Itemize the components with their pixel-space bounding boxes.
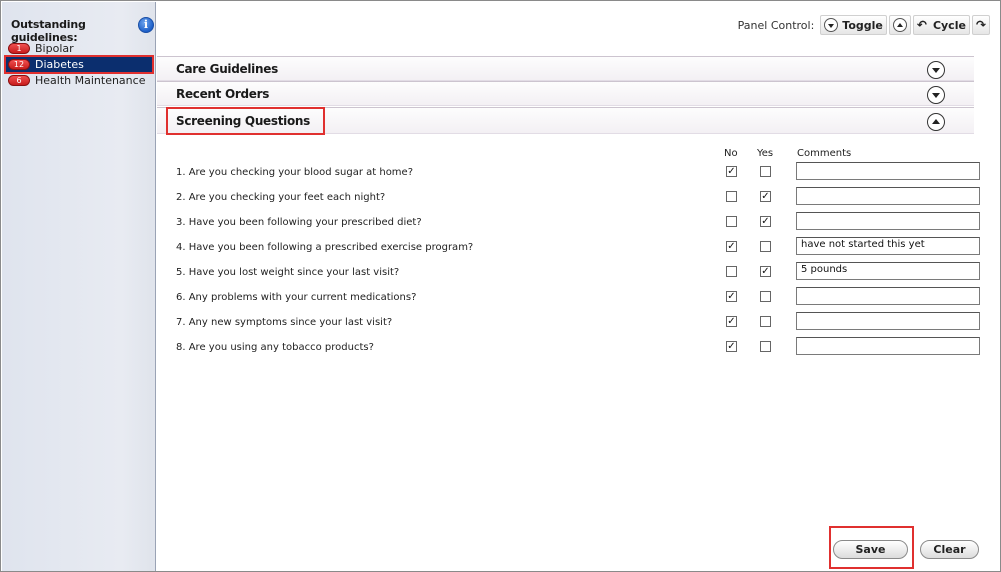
cycle-back-icon: ↶ xyxy=(916,18,927,32)
comment-input[interactable] xyxy=(796,187,980,205)
question-row: 7. Any new symptoms since your last visi… xyxy=(157,312,987,337)
guidelines-sidebar: Outstanding guidelines: i 1 Bipolar 12 D… xyxy=(2,2,156,571)
question-text: 6. Any problems with your current medica… xyxy=(176,292,417,303)
main-panel: Panel Control: Toggle ↶ Cycle ↷ Care Gui… xyxy=(157,2,1000,571)
toggle-button[interactable]: Toggle xyxy=(820,15,887,35)
comment-input[interactable] xyxy=(796,287,980,305)
yes-checkbox[interactable]: ✓ xyxy=(760,266,771,277)
question-text: 2. Are you checking your feet each night… xyxy=(176,192,386,203)
checkmark-icon: ✓ xyxy=(727,316,736,327)
question-text: 8. Are you using any tobacco products? xyxy=(176,342,374,353)
cycle-forward-button[interactable]: ↷ xyxy=(971,15,990,35)
comment-input[interactable] xyxy=(796,337,980,355)
collapse-down-icon xyxy=(824,18,839,32)
comment-input[interactable]: have not started this yet xyxy=(796,237,980,255)
expand-up-button[interactable] xyxy=(888,15,911,35)
clear-button[interactable]: Clear xyxy=(920,540,979,559)
count-badge: 6 xyxy=(8,75,30,86)
column-header-no: No xyxy=(724,148,738,159)
count-badge: 12 xyxy=(8,59,30,70)
question-row: 5. Have you lost weight since your last … xyxy=(157,262,987,287)
guideline-label: Bipolar xyxy=(35,42,74,55)
guideline-label: Health Maintenance xyxy=(35,74,146,87)
question-text: 7. Any new symptoms since your last visi… xyxy=(176,317,393,328)
guideline-item-health-maintenance[interactable]: 6 Health Maintenance xyxy=(6,73,152,88)
question-row: 3. Have you been following your prescrib… xyxy=(157,212,987,237)
save-button[interactable]: Save xyxy=(833,540,908,559)
checkmark-icon: ✓ xyxy=(761,216,770,227)
yes-checkbox[interactable]: ✓ xyxy=(760,216,771,227)
cycle-button[interactable]: ↶ Cycle xyxy=(912,15,970,35)
checkmark-icon: ✓ xyxy=(727,291,736,302)
question-row: 8. Are you using any tobacco products? ✓ xyxy=(157,337,987,362)
checkmark-icon: ✓ xyxy=(761,266,770,277)
panel-control: Panel Control: Toggle ↶ Cycle ↷ xyxy=(738,14,990,36)
question-row: 6. Any problems with your current medica… xyxy=(157,287,987,312)
no-checkbox[interactable] xyxy=(726,191,737,202)
toggle-label: Toggle xyxy=(842,18,883,32)
no-checkbox[interactable]: ✓ xyxy=(726,291,737,302)
question-text: 1. Are you checking your blood sugar at … xyxy=(176,167,414,178)
comment-input[interactable]: 5 pounds xyxy=(796,262,980,280)
yes-checkbox[interactable] xyxy=(760,241,771,252)
comment-input[interactable] xyxy=(796,162,980,180)
section-title: Recent Orders xyxy=(176,87,270,101)
cycle-label: Cycle xyxy=(932,18,966,32)
guideline-item-diabetes[interactable]: 12 Diabetes xyxy=(4,55,154,74)
section-care-guidelines[interactable]: Care Guidelines xyxy=(157,56,974,81)
yes-checkbox[interactable] xyxy=(760,166,771,177)
section-title: Care Guidelines xyxy=(176,62,278,76)
question-text: 3. Have you been following your prescrib… xyxy=(176,217,422,228)
question-text: 4. Have you been following a prescribed … xyxy=(176,242,474,253)
cycle-forward-icon: ↷ xyxy=(975,18,986,32)
question-row: 1. Are you checking your blood sugar at … xyxy=(157,162,987,187)
section-recent-orders[interactable]: Recent Orders xyxy=(157,81,974,106)
question-text: 5. Have you lost weight since your last … xyxy=(176,267,400,278)
guideline-label: Diabetes xyxy=(35,58,84,71)
highlight-outline xyxy=(166,107,325,135)
count-badge: 1 xyxy=(8,43,30,54)
yes-checkbox[interactable] xyxy=(760,341,771,352)
yes-checkbox[interactable] xyxy=(760,291,771,302)
no-checkbox[interactable]: ✓ xyxy=(726,166,737,177)
guideline-item-bipolar[interactable]: 1 Bipolar xyxy=(6,41,152,56)
checkmark-icon: ✓ xyxy=(727,341,736,352)
comment-input[interactable] xyxy=(796,212,980,230)
comment-input[interactable] xyxy=(796,312,980,330)
yes-checkbox[interactable] xyxy=(760,316,771,327)
expand-icon[interactable] xyxy=(927,86,945,104)
panel-control-label: Panel Control: xyxy=(737,18,815,32)
app-window: Outstanding guidelines: i 1 Bipolar 12 D… xyxy=(0,0,1001,572)
no-checkbox[interactable]: ✓ xyxy=(726,316,737,327)
question-row: 2. Are you checking your feet each night… xyxy=(157,187,987,212)
collapse-icon[interactable] xyxy=(927,113,945,131)
no-checkbox[interactable]: ✓ xyxy=(726,241,737,252)
expand-up-icon xyxy=(892,18,907,32)
info-icon[interactable]: i xyxy=(138,17,154,33)
yes-checkbox[interactable]: ✓ xyxy=(760,191,771,202)
expand-icon[interactable] xyxy=(927,61,945,79)
checkmark-icon: ✓ xyxy=(727,241,736,252)
no-checkbox[interactable]: ✓ xyxy=(726,341,737,352)
checkmark-icon: ✓ xyxy=(761,191,770,202)
column-header-comments: Comments xyxy=(797,148,852,159)
checkmark-icon: ✓ xyxy=(727,166,736,177)
question-row: 4. Have you been following a prescribed … xyxy=(157,237,987,262)
no-checkbox[interactable] xyxy=(726,216,737,227)
no-checkbox[interactable] xyxy=(726,266,737,277)
column-header-yes: Yes xyxy=(757,148,774,159)
